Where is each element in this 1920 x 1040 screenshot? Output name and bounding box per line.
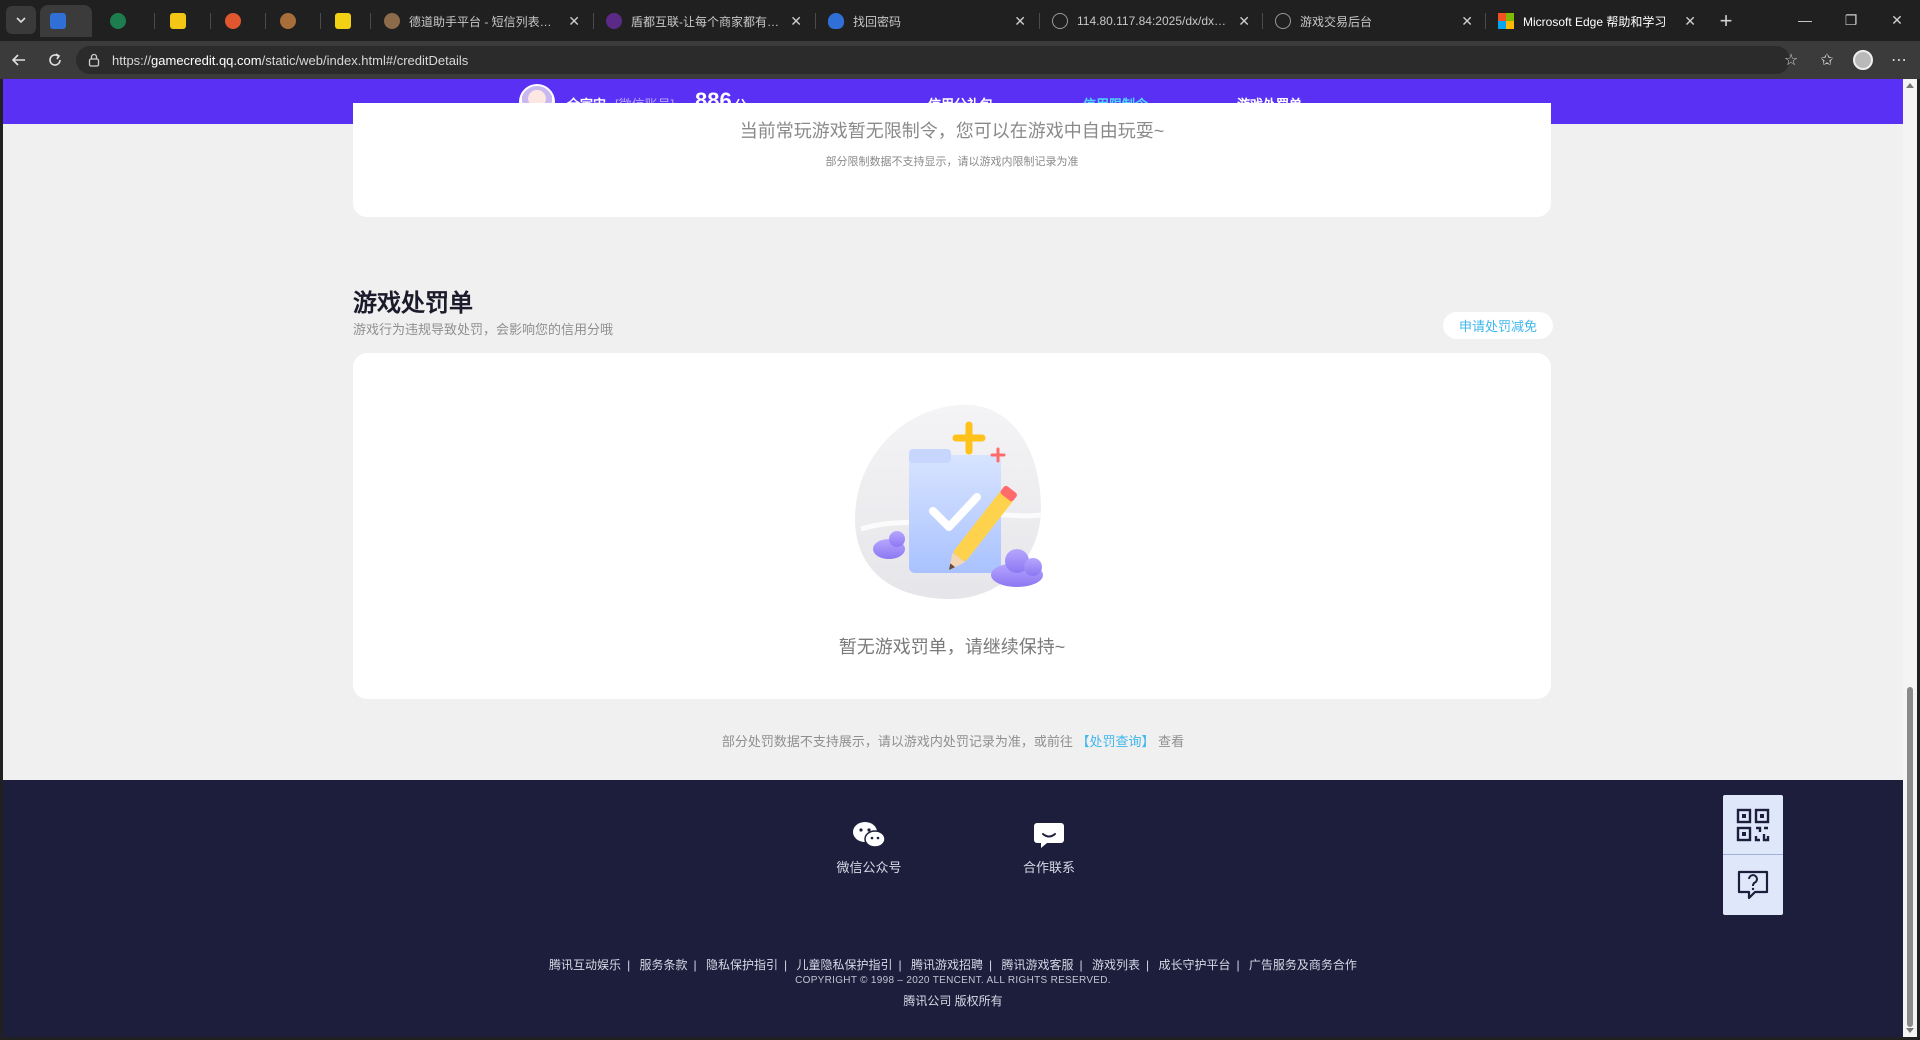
- copyright-text: COPYRIGHT © 1998 – 2020 TENCENT. ALL RIG…: [795, 975, 1111, 986]
- tab-favicon-icon: [110, 13, 126, 29]
- footer-link[interactable]: 服务条款: [640, 958, 688, 972]
- tab-favicon-icon: [225, 13, 241, 29]
- new-tab-button[interactable]: +: [1712, 7, 1740, 35]
- footer-link[interactable]: 隐私保护指引: [706, 958, 778, 972]
- footer-link[interactable]: 腾讯游戏客服: [1001, 958, 1073, 972]
- restriction-note: 部分限制数据不支持显示，请以游戏内限制记录为准: [825, 156, 1079, 168]
- footer-links: 腾讯互动娱乐 | 服务条款 | 隐私保护指引 | 儿童隐私保护指引 | 腾讯游戏招聘 | …: [549, 958, 1357, 972]
- more-options-icon[interactable]: ⋯: [1884, 46, 1914, 74]
- browser-tab[interactable]: [40, 5, 92, 37]
- cooperation-contact[interactable]: 合作联系: [999, 820, 1099, 876]
- question-chat-icon: [1737, 870, 1769, 900]
- qr-code-button[interactable]: [1723, 795, 1783, 855]
- empty-state-illustration: [855, 404, 1052, 599]
- close-tab-icon[interactable]: ✕: [1684, 13, 1696, 30]
- back-button[interactable]: [4, 46, 34, 74]
- url-text: https://gamecredit.qq.com/static/web/ind…: [112, 52, 469, 68]
- close-tab-icon[interactable]: ✕: [568, 13, 580, 30]
- wechat-official-account[interactable]: 微信公众号: [819, 820, 919, 876]
- penalty-note: 部分处罚数据不支持展示，请以游戏内处罚记录为准，或前往 【处罚查询】 查看: [721, 734, 1185, 749]
- address-bar[interactable]: https://gamecredit.qq.com/static/web/ind…: [76, 46, 1790, 74]
- favorites-icon[interactable]: ✩: [1812, 46, 1842, 74]
- footer-link[interactable]: 广告服务及商务合作: [1249, 958, 1357, 972]
- close-tab-icon[interactable]: ✕: [1014, 13, 1026, 30]
- scroll-up-arrow-icon[interactable]: [1906, 83, 1914, 88]
- section-description: 游戏行为违规导致处罚，会影响您的信用分哦: [353, 322, 614, 337]
- footer-link[interactable]: 游戏列表: [1092, 958, 1140, 972]
- arrow-left-icon: [11, 54, 25, 66]
- tab-favicon-icon: [335, 13, 351, 29]
- tab-favicon-icon: [384, 13, 400, 29]
- footer-link[interactable]: 腾讯互动娱乐: [549, 958, 621, 972]
- browser-tab[interactable]: [325, 5, 369, 37]
- scrollbar-thumb[interactable]: [1907, 687, 1913, 1027]
- minimize-button[interactable]: —: [1782, 0, 1828, 40]
- browser-tab[interactable]: 德道助手平台 - 短信列表管理 ✕: [374, 5, 590, 37]
- refresh-button[interactable]: [40, 46, 70, 74]
- close-tab-icon[interactable]: ✕: [1238, 13, 1250, 30]
- chat-icon: [1034, 823, 1064, 848]
- favorite-star-icon[interactable]: ☆: [1776, 46, 1806, 74]
- penalty-query-link[interactable]: 【处罚查询】: [1076, 734, 1154, 749]
- browser-toolbar: https://gamecredit.qq.com/static/web/ind…: [0, 41, 1920, 79]
- tab-favicon-icon: [606, 13, 622, 29]
- restore-button[interactable]: ❐: [1828, 0, 1874, 40]
- company-text: 腾讯公司 版权所有: [903, 994, 1003, 1008]
- close-window-button[interactable]: ✕: [1874, 0, 1920, 40]
- qr-code-icon: [1736, 808, 1770, 842]
- globe-icon: [1052, 13, 1068, 29]
- feedback-button[interactable]: [1723, 855, 1783, 915]
- browser-tab[interactable]: 找回密码 ✕: [818, 5, 1036, 37]
- microsoft-logo-icon: [1498, 13, 1514, 29]
- floating-action-panel: [1723, 795, 1783, 915]
- apply-penalty-reduction-button[interactable]: 申请处罚减免: [1443, 312, 1553, 339]
- globe-icon: [1275, 13, 1291, 29]
- browser-tab[interactable]: 游戏交易后台 ✕: [1265, 5, 1483, 37]
- footer-link[interactable]: 成长守护平台: [1158, 958, 1230, 972]
- restriction-card: 当前常玩游戏暂无限制令，您可以在游戏中自由玩耍~ 部分限制数据不支持显示，请以游…: [353, 103, 1551, 217]
- footer-link[interactable]: 腾讯游戏招聘: [911, 958, 983, 972]
- browser-tab[interactable]: Microsoft Edge 帮助和学习 ✕: [1488, 5, 1706, 37]
- browser-tab[interactable]: 盾都互联-让每个商家都有属于 ✕: [596, 5, 812, 37]
- lock-icon: [88, 53, 100, 67]
- chevron-down-icon: [16, 17, 26, 24]
- site-footer: 微信公众号 合作联系 腾讯互动娱乐 | 服务条款 | 隐私保护指引 | 儿童隐私保护指…: [3, 780, 1903, 1037]
- browser-tab[interactable]: [270, 5, 314, 37]
- empty-state-text: 暂无游戏罚单，请继续保持~: [838, 637, 1066, 657]
- footer-link[interactable]: 儿童隐私保护指引: [797, 958, 893, 972]
- shield-icon: [828, 13, 844, 29]
- browser-tab[interactable]: [215, 5, 259, 37]
- browser-tab[interactable]: 114.80.117.84:2025/dx/dxyong ✕: [1042, 5, 1260, 37]
- page-content: 全宇宙 [微信账号] 886 分 信用分礼包 信用限制令 游戏处罚单 当前常玩游…: [3, 79, 1903, 1037]
- section-title: 游戏处罚单: [353, 290, 473, 317]
- tab-favicon-icon: [50, 13, 66, 29]
- browser-tab-bar: 德道助手平台 - 短信列表管理 ✕ 盾都互联-让每个商家都有属于 ✕ 找回密码 …: [0, 0, 1920, 41]
- browser-tab[interactable]: [100, 5, 144, 37]
- refresh-icon: [49, 53, 61, 66]
- profile-avatar-icon[interactable]: [1848, 46, 1878, 74]
- browser-tab[interactable]: [160, 5, 204, 37]
- page-scrollbar[interactable]: [1903, 79, 1917, 1037]
- close-tab-icon[interactable]: ✕: [1461, 13, 1473, 30]
- penalty-card: 暂无游戏罚单，请继续保持~: [353, 353, 1551, 699]
- scroll-down-arrow-icon[interactable]: [1906, 1028, 1914, 1033]
- close-tab-icon[interactable]: ✕: [790, 13, 802, 30]
- tab-actions-menu-button[interactable]: [6, 6, 36, 34]
- tab-favicon-icon: [280, 13, 296, 29]
- wechat-icon: [853, 822, 886, 848]
- tab-favicon-icon: [170, 13, 186, 29]
- restriction-message: 当前常玩游戏暂无限制令，您可以在游戏中自由玩耍~: [739, 121, 1165, 141]
